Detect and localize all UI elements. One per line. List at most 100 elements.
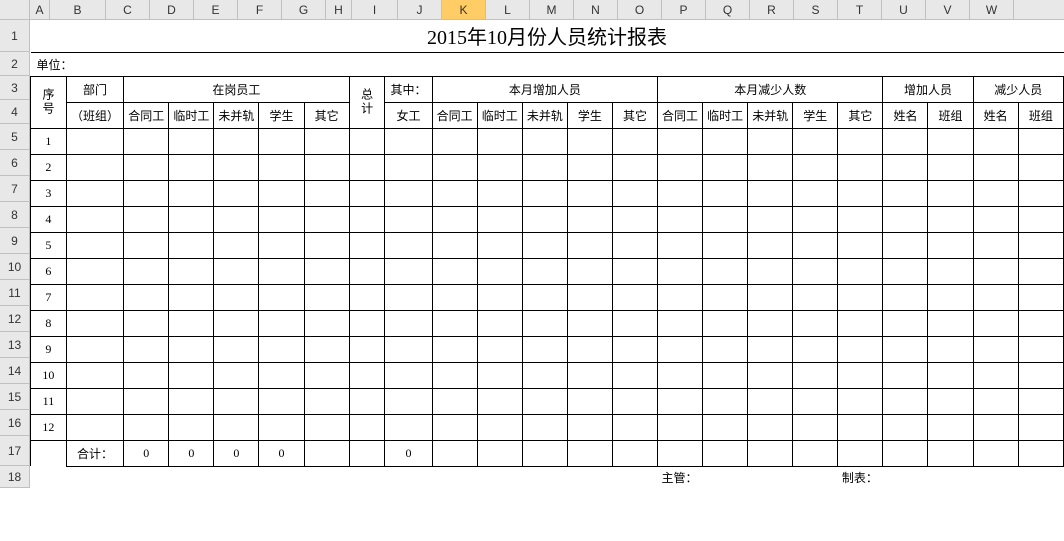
cell[interactable] xyxy=(883,388,928,414)
cell[interactable] xyxy=(304,232,349,258)
cell[interactable] xyxy=(793,206,838,232)
cell[interactable] xyxy=(259,284,304,310)
col-header-A[interactable]: A xyxy=(30,0,50,19)
cell[interactable] xyxy=(928,362,973,388)
cell[interactable] xyxy=(748,258,793,284)
cell[interactable] xyxy=(385,414,432,440)
cell[interactable] xyxy=(748,336,793,362)
cell[interactable] xyxy=(259,206,304,232)
cell[interactable] xyxy=(838,414,883,440)
cell[interactable] xyxy=(124,232,169,258)
cell[interactable] xyxy=(883,180,928,206)
cell[interactable] xyxy=(259,336,304,362)
cell[interactable] xyxy=(838,336,883,362)
cell[interactable] xyxy=(477,414,522,440)
cell[interactable] xyxy=(838,206,883,232)
cell[interactable] xyxy=(793,310,838,336)
cell[interactable] xyxy=(385,310,432,336)
cell[interactable] xyxy=(973,128,1018,154)
cell[interactable] xyxy=(349,336,385,362)
col-header-P[interactable]: P xyxy=(662,0,706,19)
cell[interactable] xyxy=(304,258,349,284)
cell[interactable] xyxy=(928,128,973,154)
cell[interactable] xyxy=(703,284,748,310)
cell[interactable] xyxy=(432,284,477,310)
row-header-13[interactable]: 13 xyxy=(0,332,30,358)
cell[interactable] xyxy=(124,362,169,388)
col-header-Q[interactable]: Q xyxy=(706,0,750,19)
cell[interactable] xyxy=(259,310,304,336)
cell[interactable] xyxy=(169,180,214,206)
cell[interactable] xyxy=(883,128,928,154)
cell[interactable] xyxy=(432,258,477,284)
cell[interactable] xyxy=(973,206,1018,232)
cell[interactable] xyxy=(214,388,259,414)
cell[interactable] xyxy=(612,362,657,388)
cell[interactable] xyxy=(703,336,748,362)
cell[interactable] xyxy=(169,284,214,310)
cell[interactable] xyxy=(658,206,703,232)
cell[interactable] xyxy=(793,128,838,154)
cell[interactable] xyxy=(928,336,973,362)
cell[interactable] xyxy=(169,154,214,180)
col-header-G[interactable]: G xyxy=(282,0,326,19)
cell[interactable] xyxy=(928,258,973,284)
cell[interactable] xyxy=(477,154,522,180)
cell[interactable] xyxy=(748,284,793,310)
cell[interactable] xyxy=(477,180,522,206)
cell[interactable] xyxy=(349,258,385,284)
cell[interactable] xyxy=(793,232,838,258)
cell[interactable] xyxy=(1018,388,1063,414)
cell[interactable] xyxy=(66,206,123,232)
cell[interactable] xyxy=(124,414,169,440)
cell[interactable] xyxy=(612,206,657,232)
cell[interactable] xyxy=(793,414,838,440)
cell[interactable] xyxy=(124,180,169,206)
cell[interactable] xyxy=(477,388,522,414)
cell[interactable] xyxy=(703,310,748,336)
cell[interactable] xyxy=(214,310,259,336)
cell[interactable] xyxy=(349,284,385,310)
cell[interactable] xyxy=(973,336,1018,362)
cell[interactable] xyxy=(612,336,657,362)
row-header-1[interactable]: 1 xyxy=(0,20,30,52)
cell[interactable] xyxy=(748,232,793,258)
cell[interactable] xyxy=(432,388,477,414)
cell[interactable] xyxy=(748,388,793,414)
cell[interactable] xyxy=(973,362,1018,388)
cell[interactable] xyxy=(1018,310,1063,336)
cell[interactable] xyxy=(214,414,259,440)
cell[interactable] xyxy=(214,362,259,388)
cell[interactable] xyxy=(838,388,883,414)
cell[interactable] xyxy=(432,154,477,180)
cell[interactable] xyxy=(1018,414,1063,440)
cell[interactable] xyxy=(703,206,748,232)
cell[interactable] xyxy=(703,258,748,284)
cell[interactable] xyxy=(66,232,123,258)
cell[interactable] xyxy=(973,154,1018,180)
cell[interactable] xyxy=(169,232,214,258)
cell[interactable] xyxy=(567,206,612,232)
row-header-4[interactable]: 4 xyxy=(0,100,30,124)
col-header-E[interactable]: E xyxy=(194,0,238,19)
cell[interactable] xyxy=(214,154,259,180)
cell[interactable] xyxy=(748,206,793,232)
row-header-12[interactable]: 12 xyxy=(0,306,30,332)
cell[interactable] xyxy=(66,128,123,154)
cell[interactable] xyxy=(838,310,883,336)
cell[interactable] xyxy=(612,128,657,154)
cell[interactable] xyxy=(658,362,703,388)
cell[interactable] xyxy=(124,310,169,336)
cell[interactable] xyxy=(304,362,349,388)
cell[interactable] xyxy=(522,388,567,414)
cell[interactable] xyxy=(385,154,432,180)
cell[interactable] xyxy=(66,284,123,310)
cell[interactable] xyxy=(124,154,169,180)
cell[interactable] xyxy=(973,258,1018,284)
cell[interactable] xyxy=(385,284,432,310)
cell[interactable] xyxy=(1018,362,1063,388)
cell[interactable] xyxy=(1018,284,1063,310)
cell[interactable] xyxy=(349,362,385,388)
cell[interactable] xyxy=(522,128,567,154)
cell[interactable] xyxy=(658,336,703,362)
